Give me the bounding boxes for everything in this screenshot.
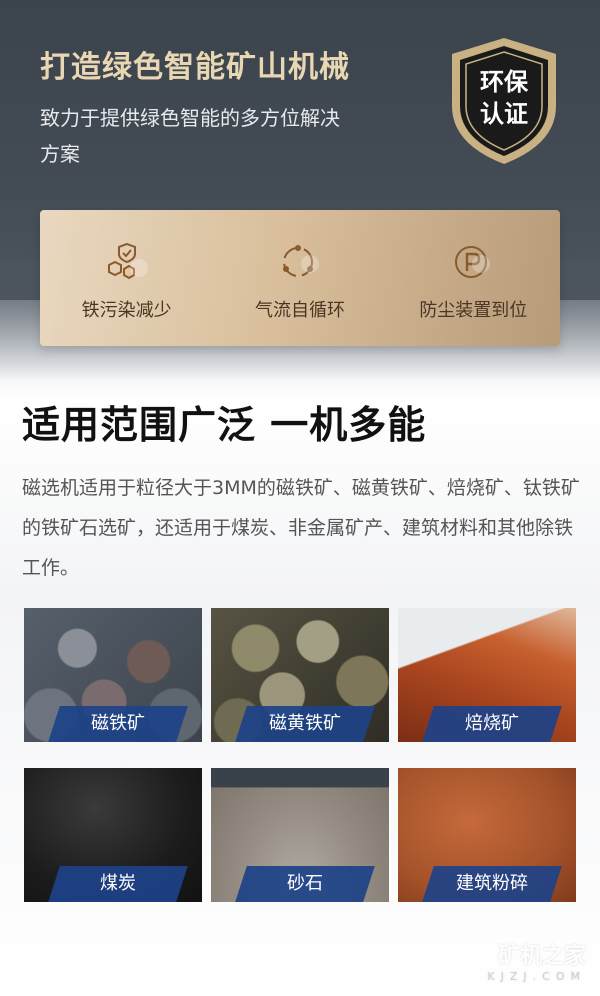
feature-airflow: 气流自循环 <box>213 210 386 346</box>
badge-line1: 环保 <box>480 68 528 96</box>
section-title: 适用范围广泛 一机多能 <box>22 403 427 447</box>
section-description: 磁选机适用于粒径大于3MM的磁铁矿、磁黄铁矿、焙烧矿、钛铁矿的铁矿石选矿，还适用… <box>22 477 580 579</box>
certification-badge: 环保 认证 <box>446 36 562 166</box>
material-label: 建筑粉碎 <box>456 873 528 894</box>
material-tile-roasted-ore: 焙烧矿 <box>398 608 576 742</box>
feature-iron-reduction: 铁污染减少 <box>40 210 213 346</box>
material-tag: 焙烧矿 <box>422 706 562 742</box>
material-tag: 建筑粉碎 <box>422 866 562 902</box>
feature-dustproof: 防尘装置到位 <box>387 210 560 346</box>
features-card: 铁污染减少 气流自循环 防尘装置到位 <box>40 210 560 346</box>
feature-label: 防尘装置到位 <box>419 300 528 321</box>
site-watermark: 矿机之家 KJZJ.COM <box>487 938 586 983</box>
material-label: 磁黄铁矿 <box>269 713 341 734</box>
feature-label: 气流自循环 <box>254 300 345 321</box>
material-tile-sand: 砂石 <box>211 768 389 902</box>
badge-text: 环保 认证 <box>446 66 562 130</box>
material-tag: 磁黄铁矿 <box>235 706 375 742</box>
hero-subtitle: 致力于提供绿色智能的多方位解决方案 <box>40 106 340 166</box>
material-tile-magnetite: 磁铁矿 <box>24 608 202 742</box>
material-label: 磁铁矿 <box>91 713 145 734</box>
feature-label: 铁污染减少 <box>81 300 172 321</box>
material-tile-pyrrhotite: 磁黄铁矿 <box>211 608 389 742</box>
p-circle-icon <box>455 246 491 278</box>
cycle-arrows-icon <box>282 245 319 277</box>
watermark-sub: KJZJ.COM <box>487 970 586 983</box>
badge-line2: 认证 <box>480 100 528 128</box>
material-tile-coal: 煤炭 <box>24 768 202 902</box>
material-label: 焙烧矿 <box>465 713 519 734</box>
shield-cluster-icon <box>107 242 148 280</box>
material-label: 煤炭 <box>100 873 136 894</box>
material-tag: 砂石 <box>235 866 375 902</box>
material-label: 砂石 <box>287 873 323 894</box>
watermark-main: 矿机之家 <box>497 944 586 969</box>
hero-title: 打造绿色智能矿山机械 <box>40 50 350 85</box>
material-tag: 煤炭 <box>48 866 188 902</box>
material-tag: 磁铁矿 <box>48 706 188 742</box>
material-tile-construction-crushing: 建筑粉碎 <box>398 768 576 902</box>
